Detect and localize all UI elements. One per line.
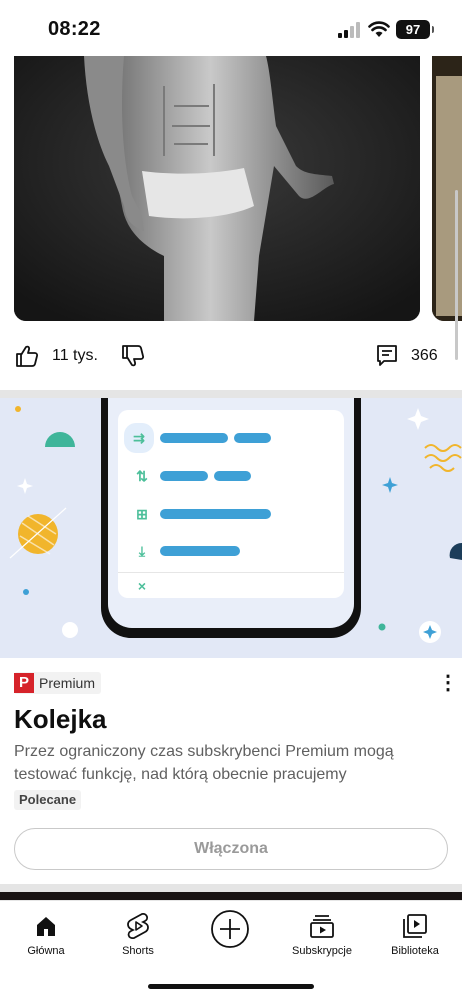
queue-row: ⇉ (124, 423, 330, 453)
post-image[interactable] (14, 56, 420, 321)
nav-label: Główna (27, 945, 65, 957)
queue-row: ⇅ (130, 464, 330, 488)
premium-logo-icon: P (14, 673, 34, 693)
wifi-icon (368, 21, 390, 37)
nav-item-library[interactable]: Biblioteka (369, 911, 461, 957)
recommended-tag: Polecane (14, 790, 82, 810)
nav-label: Biblioteka (391, 945, 439, 957)
library-icon (403, 914, 427, 938)
create-icon (211, 910, 249, 948)
shorts-icon (127, 913, 149, 939)
queue-add-icon: ⊞ (136, 506, 148, 522)
status-time: 08:22 (48, 18, 101, 40)
queue-card-divider (118, 572, 344, 573)
nav-item-create[interactable] (184, 910, 276, 951)
feature-enabled-button[interactable]: Włączona (14, 828, 448, 870)
queue-row: ⊞ (130, 502, 330, 526)
premium-badge: P Premium (14, 672, 102, 694)
premium-badge-label: Premium (39, 675, 96, 691)
nav-label: Subskrypcje (292, 945, 352, 957)
post-photo (14, 56, 420, 321)
queue-play-next-icon: ⇉ (124, 423, 154, 453)
queue-row: ⤓ (130, 539, 330, 563)
section-divider (0, 390, 462, 398)
comment-icon (377, 345, 397, 366)
home-icon (37, 917, 55, 936)
signal-icon (338, 22, 360, 38)
like-button[interactable]: 11 tys. (14, 342, 98, 370)
subscriptions-icon (310, 915, 334, 938)
comment-count: 366 (411, 347, 438, 364)
section-divider (0, 884, 462, 892)
nav-item-subscriptions[interactable]: Subskrypcje (276, 911, 368, 957)
nav-label: Shorts (122, 945, 154, 957)
nav-item-home[interactable]: Główna (0, 911, 92, 957)
status-bar: 08:22 97 (0, 0, 462, 56)
premium-meta-row: P Premium ⋮ (14, 670, 458, 696)
dislike-button[interactable] (120, 342, 146, 370)
home-indicator[interactable] (148, 984, 314, 989)
post-actions: 11 tys. 366 (0, 330, 462, 386)
feature-title: Kolejka (14, 704, 107, 734)
thumbs-down-icon (122, 345, 145, 367)
nav-item-shorts[interactable]: Shorts (92, 911, 184, 957)
premium-banner[interactable]: ⇉ ⇅ ⊞ ⤓ × (0, 398, 462, 658)
feature-description: Przez ograniczony czas subskrybenci Prem… (14, 743, 394, 783)
like-count: 11 tys. (52, 347, 98, 364)
queue-row: × (130, 574, 330, 598)
battery-indicator: 97 (396, 20, 434, 39)
queue-download-icon: ⤓ (138, 543, 146, 559)
more-options-icon[interactable]: ⋮ (438, 670, 458, 696)
queue-close-icon: × (137, 578, 147, 594)
comments-button[interactable]: 366 (376, 342, 438, 370)
queue-sort-icon: ⇅ (136, 468, 148, 484)
thumbs-up-icon (16, 345, 39, 367)
